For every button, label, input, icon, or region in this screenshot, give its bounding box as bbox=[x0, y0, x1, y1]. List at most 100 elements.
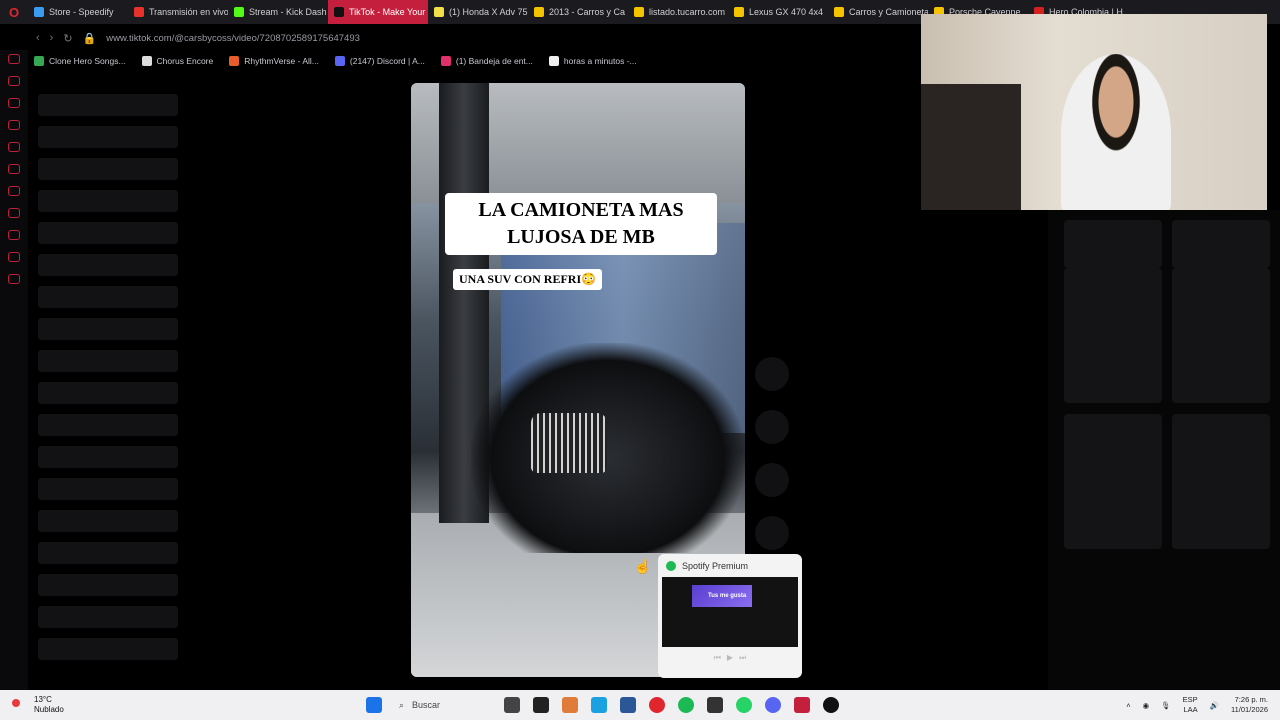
app-icon[interactable] bbox=[823, 697, 839, 713]
app-icon[interactable] bbox=[533, 697, 549, 713]
browser-tab[interactable]: listado.tucarro.com bbox=[628, 0, 728, 24]
browser-tab[interactable]: Carros y Camionetas bbox=[828, 0, 928, 24]
app-icon[interactable] bbox=[562, 697, 578, 713]
spotify-preview-controls: ⏮ ▶ ⏭ bbox=[658, 649, 802, 663]
microphone-icon[interactable]: 🎙 bbox=[1161, 701, 1171, 710]
clock[interactable]: 7:26 p. m. 11/01/2026 bbox=[1231, 695, 1268, 715]
chevron-up-icon[interactable]: ˄ bbox=[1126, 701, 1130, 710]
opera-menu-icon[interactable]: O bbox=[0, 0, 28, 24]
play-icon[interactable]: ▶ bbox=[727, 653, 733, 663]
bookmark-item[interactable]: RhythmVerse - All... bbox=[229, 56, 319, 66]
volume-icon[interactable]: 🔊 bbox=[1210, 701, 1219, 710]
tab-favicon-icon bbox=[634, 7, 644, 17]
browser-tab[interactable]: (1) Honda X Adv 75 bbox=[428, 0, 528, 24]
bookmark-item[interactable]: (2147) Discord | A... bbox=[334, 56, 425, 66]
bookmark-label: RhythmVerse - All... bbox=[244, 56, 319, 66]
history-icon[interactable] bbox=[8, 230, 20, 240]
skeleton-row bbox=[38, 446, 178, 468]
taskbar-search[interactable]: ⌕ Buscar bbox=[395, 694, 491, 716]
comment-button[interactable] bbox=[755, 410, 789, 444]
browser-tab[interactable]: Lexus GX 470 4x4 bbox=[728, 0, 828, 24]
bookmark-label: (1) Bandeja de ent... bbox=[455, 56, 533, 66]
bookmark-favicon-icon bbox=[141, 56, 152, 66]
tab-favicon-icon bbox=[34, 7, 44, 17]
recommendation-thumb[interactable] bbox=[1172, 268, 1270, 403]
browser-tab[interactable]: Stream - Kick Dash bbox=[228, 0, 328, 24]
bookmark-favicon-icon bbox=[34, 56, 44, 66]
bookmark-favicon-icon bbox=[229, 56, 240, 66]
telegram-icon[interactable] bbox=[8, 98, 20, 108]
windows-start-icon[interactable] bbox=[366, 697, 382, 713]
skeleton-row bbox=[38, 126, 178, 148]
skeleton-row bbox=[38, 158, 178, 180]
tab-label: Carros y Camionetas bbox=[849, 7, 928, 17]
bookmark-label: (2147) Discord | A... bbox=[349, 56, 425, 66]
browser-tab[interactable]: Transmisión en vivo bbox=[128, 0, 228, 24]
messenger-icon[interactable] bbox=[8, 54, 20, 64]
share-button[interactable] bbox=[755, 516, 789, 550]
recommendation-thumb[interactable] bbox=[1064, 220, 1162, 268]
skeleton-row bbox=[38, 190, 178, 212]
tab-favicon-icon bbox=[134, 7, 144, 17]
network-icon[interactable]: ◉ bbox=[1143, 701, 1150, 710]
downloads-icon[interactable] bbox=[8, 252, 20, 262]
previous-track-icon[interactable]: ⏮ bbox=[714, 653, 721, 663]
spotify-taskbar-preview[interactable]: Spotify Premium Tus me gusta ⏮ ▶ ⏭ bbox=[658, 554, 802, 678]
spotify-preview-header: Spotify Premium bbox=[658, 554, 802, 575]
browser-tab[interactable]: TikTok - Make Your Day bbox=[328, 0, 428, 24]
twitch-icon[interactable] bbox=[8, 164, 20, 174]
save-button[interactable] bbox=[755, 463, 789, 497]
whatsapp-taskbar-icon[interactable] bbox=[736, 697, 752, 713]
spotify-preview-window[interactable]: Tus me gusta bbox=[662, 577, 798, 647]
task-view-icon[interactable] bbox=[504, 697, 520, 713]
video-caption-title: LA CAMIONETA MAS LUJOSA DE MB bbox=[445, 193, 717, 255]
discord-icon[interactable] bbox=[8, 120, 20, 130]
tab-favicon-icon bbox=[334, 7, 344, 17]
player-icon[interactable] bbox=[8, 208, 20, 218]
spotify-taskbar-icon[interactable] bbox=[678, 697, 694, 713]
x-icon[interactable] bbox=[8, 186, 20, 196]
bookmark-item[interactable]: horas a minutos -... bbox=[548, 56, 637, 66]
like-button[interactable] bbox=[755, 357, 789, 391]
recommendation-thumb[interactable] bbox=[1064, 414, 1162, 549]
gmail-icon[interactable] bbox=[8, 142, 20, 152]
back-icon[interactable]: ‹ bbox=[36, 32, 40, 44]
forward-icon[interactable]: › bbox=[50, 32, 54, 44]
bookmark-item[interactable]: Chorus Encore bbox=[141, 56, 213, 66]
file-explorer-icon[interactable] bbox=[620, 697, 636, 713]
webcam-overlay bbox=[921, 14, 1267, 210]
language-indicator[interactable]: ESP LAA bbox=[1183, 695, 1198, 715]
search-icon: ⌕ bbox=[399, 699, 405, 710]
discord-taskbar-icon[interactable] bbox=[765, 697, 781, 713]
tab-favicon-icon bbox=[734, 7, 744, 17]
epic-games-icon[interactable] bbox=[707, 697, 723, 713]
weather-widget[interactable]: 13°C Nublado bbox=[0, 695, 90, 715]
tiktok-taskbar-icon[interactable] bbox=[794, 697, 810, 713]
spotify-icon bbox=[666, 561, 676, 571]
browser-tab[interactable]: Store - Speedify bbox=[28, 0, 128, 24]
clock-time: 7:26 p. m. bbox=[1234, 695, 1268, 704]
bookmark-item[interactable]: (1) Bandeja de ent... bbox=[440, 56, 533, 66]
whatsapp-icon[interactable] bbox=[8, 76, 20, 86]
reload-icon[interactable]: ↻ bbox=[63, 32, 72, 45]
language-layout: LAA bbox=[1183, 705, 1198, 714]
browser-tab[interactable]: 2013 - Carros y Ca bbox=[528, 0, 628, 24]
tab-favicon-icon bbox=[434, 7, 444, 17]
edge-icon[interactable] bbox=[591, 697, 607, 713]
recommendation-thumb[interactable] bbox=[1064, 268, 1162, 403]
bookmark-favicon-icon bbox=[334, 56, 345, 66]
skeleton-row bbox=[38, 94, 178, 116]
bookmark-item[interactable]: Clone Hero Songs... bbox=[34, 56, 126, 66]
clock-date: 11/01/2026 bbox=[1231, 705, 1268, 714]
opera-icon[interactable] bbox=[649, 697, 665, 713]
skeleton-row bbox=[38, 542, 178, 564]
settings-icon[interactable] bbox=[8, 274, 20, 284]
url-field[interactable]: www.tiktok.com/@carsbycoss/video/7208702… bbox=[106, 33, 360, 44]
skeleton-row bbox=[38, 574, 178, 596]
language-code: ESP bbox=[1182, 695, 1198, 704]
recommendation-thumb[interactable] bbox=[1172, 220, 1270, 268]
tab-label: Transmisión en vivo bbox=[149, 7, 228, 17]
tab-label: 2013 - Carros y Ca bbox=[549, 7, 626, 17]
recommendation-thumb[interactable] bbox=[1172, 414, 1270, 549]
next-track-icon[interactable]: ⏭ bbox=[739, 653, 746, 663]
